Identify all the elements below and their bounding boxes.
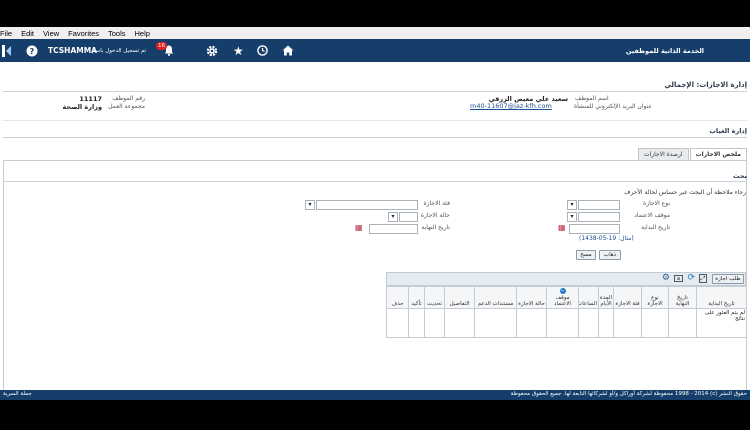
employee-name-label: اسم الموظف xyxy=(575,95,609,102)
email-label: عنوان البريد الإلكتروني للمنشأة xyxy=(573,103,652,110)
col-header[interactable]: تاريخ النهاية xyxy=(668,286,697,309)
search-title: بحث xyxy=(732,172,747,180)
gear-icon[interactable] xyxy=(206,39,218,62)
leave-status-dropdown[interactable]: ▾ xyxy=(388,212,398,222)
divider xyxy=(3,137,747,138)
calendar-icon[interactable]: ▦ xyxy=(558,223,566,232)
settings-icon[interactable]: ⚙ xyxy=(662,273,670,283)
table-cell xyxy=(408,308,425,338)
approval-status-label: موقف الاعتماد xyxy=(634,212,670,219)
leave-results-table: تاريخ البداية تاريخ النهاية نوع الاجازة … xyxy=(386,286,747,338)
leave-type-input[interactable] xyxy=(578,200,620,210)
logged-in-as-label: تم تسجيل الدخول باسم xyxy=(92,47,147,54)
table-cell xyxy=(546,308,579,338)
table-cell xyxy=(578,308,599,338)
page-content: إدارة الاجازات: الإجمالي اسم الموظف سعيد… xyxy=(0,62,750,390)
leave-status-label: حالة الاجازة xyxy=(420,212,450,219)
search-note: رجاء ملاحظة أن البحث غير حساس لحالة الأح… xyxy=(624,189,746,196)
star-icon[interactable]: ★ xyxy=(233,39,244,62)
table-cell xyxy=(598,308,614,338)
results-toolbar: طلب اجازة ⤢ ⟳ ⊞ ⚙ xyxy=(386,272,746,286)
col-header[interactable]: التفاصيل xyxy=(444,286,475,309)
menu-help[interactable]: Help xyxy=(135,29,150,38)
menu-view[interactable]: View xyxy=(43,29,59,38)
menu-file[interactable]: File xyxy=(0,29,12,38)
col-header[interactable]: تحديث xyxy=(424,286,445,309)
date-example: (مثال: 19-05-1438) xyxy=(579,235,634,242)
table-cell xyxy=(613,308,642,338)
go-button[interactable]: ذهاب xyxy=(599,250,621,260)
detach-icon[interactable]: ⤢ xyxy=(699,274,707,283)
username: TCSHAMMA xyxy=(48,46,97,55)
clear-button[interactable]: مسح xyxy=(576,250,596,260)
help-icon[interactable]: ? xyxy=(26,39,38,62)
employee-number-label: رقم الموظف xyxy=(112,95,145,102)
clock-icon[interactable] xyxy=(257,39,268,62)
copyright-text: حقوق النشر (c) 1998 - 2014 محفوظة لشركة … xyxy=(510,391,747,397)
table-cell xyxy=(474,308,517,338)
col-header[interactable]: الساعات xyxy=(578,286,599,309)
table-cell xyxy=(641,308,669,338)
app-header: ? TCSHAMMA تم تسجيل الدخول باسم 16 ★ الخ… xyxy=(0,39,750,62)
absence-section-title: إدارة الغياب xyxy=(709,127,747,135)
col-header[interactable]: − موقف الاعتماد xyxy=(546,286,579,309)
start-date-input[interactable] xyxy=(569,224,620,234)
col-header[interactable]: حالة الاجازة xyxy=(516,286,547,309)
col-header[interactable]: المدة الأيام xyxy=(598,286,614,309)
divider xyxy=(3,120,747,121)
notification-badge: 16 xyxy=(156,42,167,50)
footer: حقوق النشر (c) 1998 - 2014 محفوظة لشركة … xyxy=(0,390,750,400)
table-row: لم يتم العثور على نتائج xyxy=(386,308,747,338)
leave-type-dropdown[interactable]: ▾ xyxy=(567,200,577,210)
divider xyxy=(3,181,747,182)
col-header[interactable]: تاريخ البداية xyxy=(696,286,747,309)
table-cell xyxy=(424,308,445,338)
employee-number: 11117 xyxy=(79,95,102,103)
approval-status-input[interactable] xyxy=(578,212,620,222)
table-cell xyxy=(444,308,475,338)
page-title: إدارة الاجازات: الإجمالي xyxy=(664,81,747,89)
app-title: الخدمة الذاتية للموظفين xyxy=(625,46,704,55)
collapse-icon[interactable]: − xyxy=(559,288,566,294)
browser-menubar: File Edit View Favorites Tools Help xyxy=(0,27,750,39)
work-group: وزارة الصحة xyxy=(62,103,102,111)
end-date-input[interactable] xyxy=(369,224,418,234)
col-header[interactable]: تأكيد xyxy=(408,286,425,309)
start-date-label: تاريخ البداية xyxy=(641,224,670,231)
col-header[interactable]: مستندات الدعم xyxy=(474,286,517,309)
screen: File Edit View Favorites Tools Help ? TC… xyxy=(0,0,750,430)
table-cell xyxy=(668,308,697,338)
col-header[interactable]: نوع الاجازة xyxy=(641,286,669,309)
logo-icon[interactable] xyxy=(2,39,12,62)
freeze-icon[interactable]: ⊞ xyxy=(674,275,683,282)
empty-message: لم يتم العثور على نتائج xyxy=(696,308,747,338)
email-link[interactable]: m40-11607@jaz-kfh.com xyxy=(470,102,552,110)
menu-edit[interactable]: Edit xyxy=(21,29,34,38)
leave-category-dropdown[interactable]: ▾ xyxy=(305,200,315,210)
svg-text:?: ? xyxy=(30,47,35,56)
leave-status-input[interactable] xyxy=(399,212,418,222)
approval-status-dropdown[interactable]: ▾ xyxy=(567,212,577,222)
divider xyxy=(3,91,747,92)
menu-tools[interactable]: Tools xyxy=(108,29,126,38)
privacy-link[interactable]: جملة السرية xyxy=(3,391,32,397)
col-header[interactable]: حذف xyxy=(386,286,409,309)
calendar-icon[interactable]: ▦ xyxy=(355,223,363,232)
request-leave-button[interactable]: طلب اجازة xyxy=(712,274,744,284)
leave-category-label: فئة الاجازة xyxy=(423,200,450,207)
refresh-icon[interactable]: ⟳ xyxy=(687,273,695,283)
table-cell xyxy=(516,308,547,338)
col-header[interactable]: فئة الاجازة xyxy=(613,286,642,309)
table-header-row: تاريخ البداية تاريخ النهاية نوع الاجازة … xyxy=(386,286,747,309)
end-date-label: تاريخ النهاية xyxy=(421,224,450,231)
work-group-label: مجموعة العمل xyxy=(108,103,145,110)
home-icon[interactable] xyxy=(282,39,294,62)
leave-category-input[interactable] xyxy=(316,200,418,210)
table-cell xyxy=(386,308,409,338)
menu-favorites[interactable]: Favorites xyxy=(68,29,99,38)
leave-type-label: نوع الاجازة xyxy=(643,200,670,207)
